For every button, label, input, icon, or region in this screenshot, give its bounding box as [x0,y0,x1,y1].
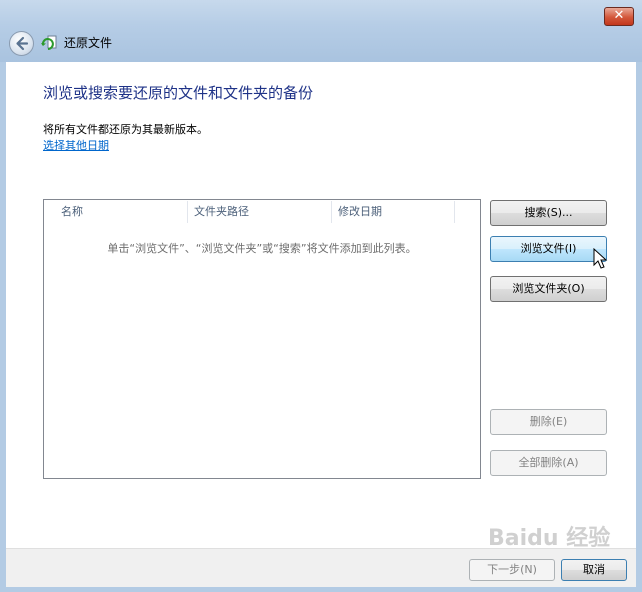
back-button[interactable] [9,31,34,56]
watermark: Baidu 经验 [488,526,611,551]
file-list[interactable]: 名称 文件夹路径 修改日期 单击“浏览文件”、“浏览文件夹”或“搜索”将文件添加… [43,199,481,479]
delete-button[interactable]: 删除(E) [490,409,607,435]
back-arrow-icon [16,36,29,51]
close-button[interactable]: ✕ [604,7,634,26]
empty-list-message: 单击“浏览文件”、“浏览文件夹”或“搜索”将文件添加到此列表。 [107,242,417,255]
column-header-name[interactable]: 名称 [45,201,188,223]
choose-other-date-link[interactable]: 选择其他日期 [43,137,109,153]
column-header-folder-path[interactable]: 文件夹路径 [188,201,332,223]
window-frame-right [636,62,642,592]
restore-files-icon [41,35,57,50]
browse-files-button[interactable]: 浏览文件(I) [490,236,607,262]
window-title: 还原文件 [64,36,113,50]
browse-folders-button[interactable]: 浏览文件夹(O) [490,276,607,302]
list-header: 名称 文件夹路径 修改日期 [45,201,479,223]
mouse-pointer-icon [593,248,608,269]
column-header-modified-date[interactable]: 修改日期 [332,201,455,223]
info-text: 将所有文件都还原为其最新版本。 [43,123,208,136]
page-heading: 浏览或搜索要还原的文件和文件夹的备份 [43,84,314,102]
search-button[interactable]: 搜索(S)... [490,200,607,226]
delete-all-button[interactable]: 全部删除(A) [490,450,607,476]
title-bar [0,0,642,62]
next-button[interactable]: 下一步(N) [469,559,555,581]
cancel-button[interactable]: 取消 [561,559,627,581]
